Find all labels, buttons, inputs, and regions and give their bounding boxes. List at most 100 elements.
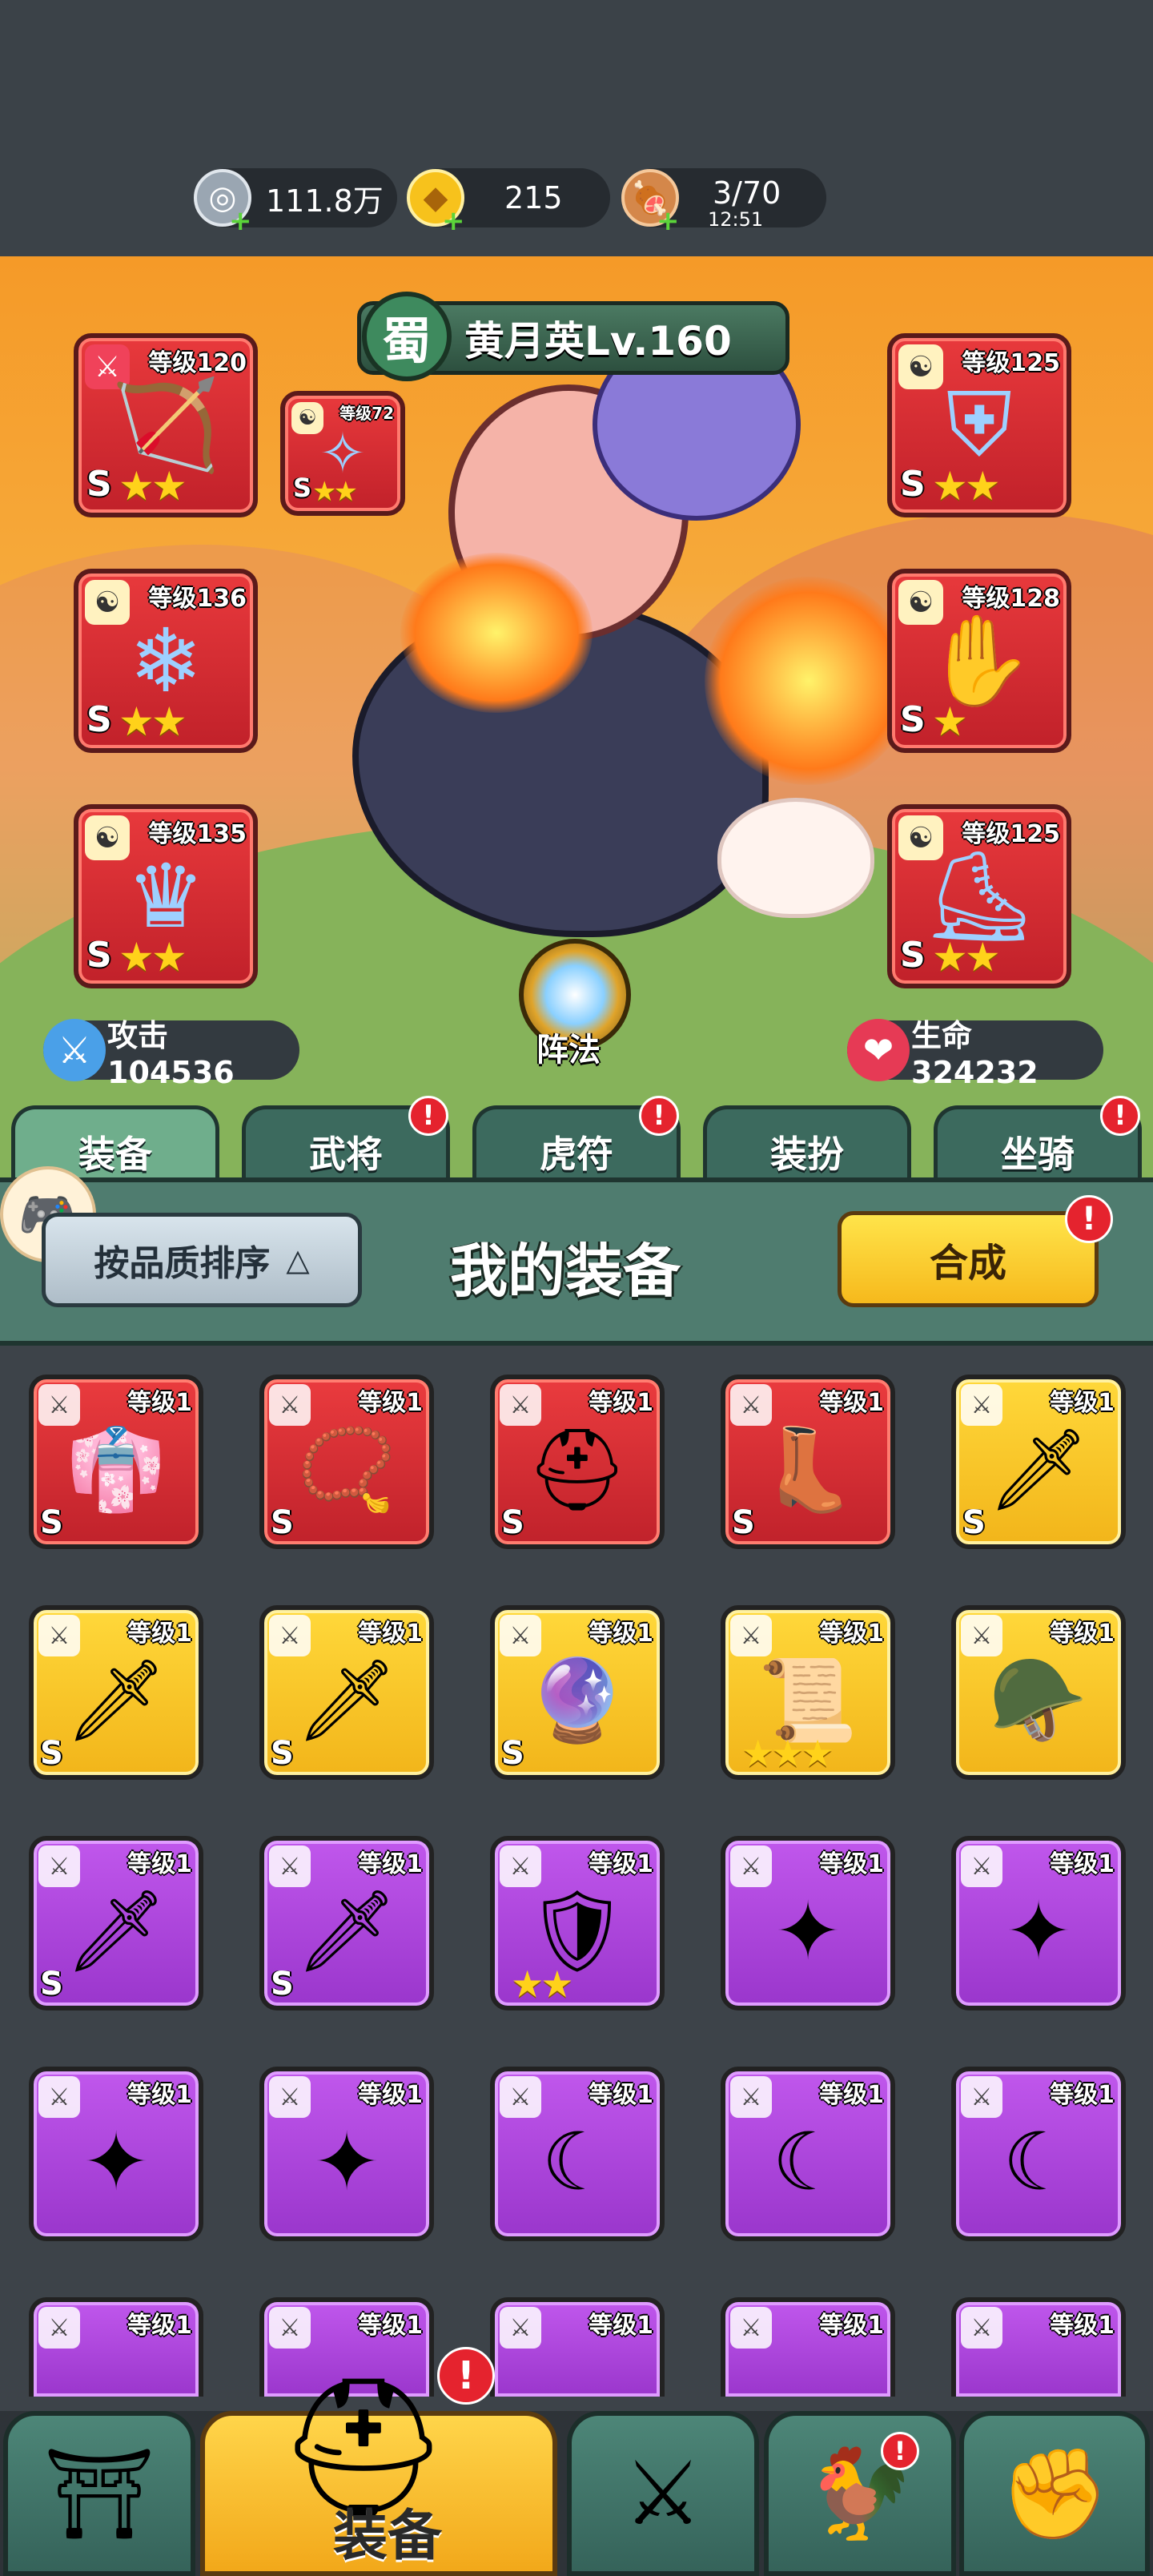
slot-level: 等级135 [148, 820, 247, 848]
hero-slot-3[interactable]: ☯ 等级136 ❄ S ★★ [74, 569, 258, 753]
equipment-card[interactable]: ⚔ 等级1 🔮 S [490, 1605, 665, 1780]
add-icon[interactable]: + [229, 205, 252, 237]
quality-s: S [900, 699, 926, 740]
equipment-card[interactable]: ⚔ 等级1 🗡 S [259, 1605, 434, 1780]
equipment-card[interactable]: ⚔ 等级1 ✦ [951, 1836, 1126, 2010]
armor-icon: ⛨ [946, 373, 1013, 476]
fire-effect [400, 553, 593, 713]
equipment-level: 等级1 [358, 1850, 423, 1878]
equipment-type-icon: ⚔ [730, 1615, 772, 1656]
attack-value: 攻击104536 [107, 1017, 235, 1090]
pet-bun[interactable] [717, 798, 874, 918]
hp-stat: ❤ 生命324232 [847, 1018, 1103, 1090]
hero-slot-5[interactable]: ☯ 等级135 ♛ S ★★ [74, 804, 258, 988]
equipment-art-icon: ☾ [772, 2115, 844, 2209]
equipment-art-icon: 🔮 [527, 1653, 628, 1748]
equipment-card[interactable]: ⚔ 等级1 📜 ★★★ [721, 1605, 895, 1780]
equipment-type-icon: ⚔ [961, 1615, 1002, 1656]
fire-effect [705, 577, 913, 785]
hero-slot-2[interactable]: ☯ 等级125 ⛨ S ★★ [887, 333, 1071, 517]
equipment-card[interactable]: ⚔ 等级1 [490, 2297, 665, 2397]
quality-s: S [501, 1504, 524, 1541]
hero-slot-weapon[interactable]: ⚔ 等级120 🏹 S ★★ [74, 333, 258, 517]
nav-city[interactable]: ⛩ [3, 2411, 195, 2576]
equipment-card[interactable]: ⚔ 等级1 [29, 2297, 203, 2397]
equipment-card[interactable]: ⚔ 等级1 👢 S [721, 1375, 895, 1549]
equipment-level: 等级1 [127, 1620, 192, 1648]
equipment-art-icon: ☾ [1002, 2115, 1075, 2209]
equipment-type-icon: ⚔ [500, 1845, 541, 1887]
nav-equipment[interactable]: ⛑ 装备 [200, 2369, 557, 2576]
equipment-art-icon: ✦ [774, 1884, 842, 1978]
equipment-card[interactable]: ⚔ 等级1 🗡 S [29, 1605, 203, 1780]
nav-upgrade[interactable]: ✊ [959, 2411, 1150, 2576]
equipment-type-icon: ⚔ [269, 2076, 311, 2118]
equipment-type-icon: ⚔ [38, 1845, 80, 1887]
equipment-level: 等级1 [127, 1850, 192, 1878]
equipment-level: 等级1 [358, 1620, 423, 1648]
tab-label: 坐骑 [1001, 1132, 1075, 1176]
equipment-art-icon: ✦ [313, 2115, 380, 2209]
equipment-level: 等级1 [819, 1620, 884, 1648]
equipment-art-icon: 👢 [757, 1423, 858, 1517]
star-rating: ★★ [932, 463, 1001, 509]
equipment-card[interactable]: ⚔ 等级1 ⛑ S [490, 1375, 665, 1549]
equipment-level: 等级1 [819, 1389, 884, 1417]
equipment-card[interactable]: ⚔ 等级1 🗡 S [29, 1836, 203, 2010]
equipment-type-icon: ⚔ [269, 1615, 311, 1656]
add-icon[interactable]: + [657, 205, 680, 237]
equipment-art-icon: 📿 [296, 1423, 397, 1517]
equipment-art-icon: ✦ [1005, 1884, 1072, 1978]
equipment-level: 等级1 [1050, 1389, 1115, 1417]
synthesize-button[interactable]: 合成 [838, 1211, 1099, 1307]
tab-label: 装扮 [770, 1132, 844, 1176]
star-rating: ★★ [932, 934, 1001, 980]
equipment-art-icon: 🗡 [65, 1884, 167, 1978]
quality-s: S [900, 935, 926, 976]
gold-resource[interactable]: ◆ + 215 [407, 168, 610, 237]
equipment-card[interactable]: ⚔ 等级1 ✦ [721, 1836, 895, 2010]
hero-slot-4[interactable]: ☯ 等级128 ✋ S ★ [887, 569, 1071, 753]
stamina-resource[interactable]: 🍖 + 3/70 12:51 [621, 168, 826, 237]
equipment-card[interactable]: ⚔ 等级1 🪖 [951, 1605, 1126, 1780]
add-icon[interactable]: + [442, 205, 465, 237]
nav-rooster[interactable]: 🐓 [764, 2411, 956, 2576]
fist-upgrade-icon: ✊ [999, 2441, 1110, 2545]
equipment-type-icon: ⚔ [730, 1845, 772, 1887]
equipment-card[interactable]: ⚔ 等级1 ☾ [721, 2067, 895, 2241]
equipment-type-icon: ⚔ [269, 1845, 311, 1887]
bracer-icon: ❄ [128, 610, 203, 712]
equipment-type-icon: ⚔ [500, 2076, 541, 2118]
equipment-level: 等级1 [358, 2081, 423, 2109]
equipment-card[interactable]: ⚔ 等级1 👘 S [29, 1375, 203, 1549]
synthesize-label: 合成 [929, 1241, 1006, 1286]
equipment-card[interactable]: ⚔ 等级1 🛡 ★★ [490, 1836, 665, 2010]
equipment-level: 等级1 [589, 2312, 653, 2340]
equipment-card[interactable]: ⚔ 等级1 ✦ [259, 2067, 434, 2241]
equipment-level: 等级1 [127, 2312, 192, 2340]
silver-resource[interactable]: ◎ + 111.8万 [194, 168, 397, 237]
equipment-art-icon: 🪖 [988, 1653, 1089, 1748]
quality-s: S [900, 464, 926, 505]
equipment-level: 等级1 [1050, 2312, 1115, 2340]
nav-battle[interactable]: ⚔ [567, 2411, 759, 2576]
equipment-card[interactable]: ⚔ 等级1 📿 S [259, 1375, 434, 1549]
quality-s: S [86, 464, 112, 505]
equipment-art-icon: 🗡 [295, 1653, 398, 1748]
hero-slot-secondary[interactable]: ☯ 等级72 ✧ S ★★ [280, 391, 405, 516]
sort-label: 按品质排序 [94, 1243, 271, 1284]
equipment-card[interactable]: ⚔ 等级1 🗡 S [951, 1375, 1126, 1549]
hero-slot-6[interactable]: ☯ 等级125 ⛸ S ★★ [887, 804, 1071, 988]
notification-badge: ! [639, 1096, 679, 1136]
equipment-card[interactable]: ⚔ 等级1 [721, 2297, 895, 2397]
equipment-card[interactable]: ⚔ 等级1 [951, 2297, 1126, 2397]
yinyang-tag-icon: ☯ [85, 580, 130, 625]
equipment-card[interactable]: ⚔ 等级1 🗡 S [259, 1836, 434, 2010]
equipment-card[interactable]: ⚔ 等级1 ☾ [951, 2067, 1126, 2241]
quality-s: S [293, 473, 312, 503]
yinyang-tag-icon: ☯ [898, 344, 943, 389]
gold-value: 215 [504, 180, 563, 215]
equipment-card[interactable]: ⚔ 等级1 ✦ [29, 2067, 203, 2241]
sort-by-quality-button[interactable]: 按品质排序 △ [42, 1213, 362, 1307]
equipment-card[interactable]: ⚔ 等级1 ☾ [490, 2067, 665, 2241]
